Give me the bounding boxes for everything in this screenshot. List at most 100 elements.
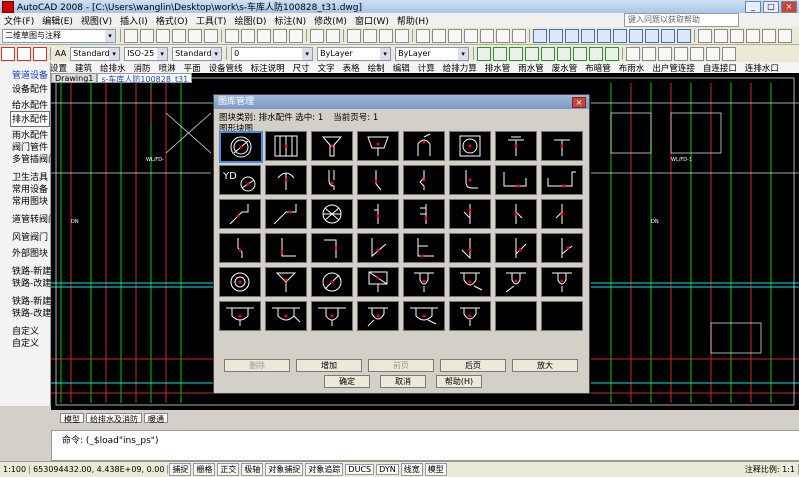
menu-draw[interactable]: 绘图(D) [230, 14, 270, 27]
rotate-icon[interactable] [658, 46, 673, 61]
menu-file[interactable]: 文件(F) [0, 14, 38, 27]
zoom-previous-icon[interactable] [395, 28, 409, 43]
match-icon[interactable] [273, 28, 287, 43]
layout-tab-model[interactable]: 模型 [60, 413, 84, 424]
diagonal-pipe-icon[interactable] [357, 233, 399, 263]
model-toggle[interactable]: 模型 [424, 463, 447, 476]
point-icon[interactable] [661, 28, 675, 43]
p-trap-icon-4[interactable] [541, 267, 583, 297]
block-editor-icon[interactable] [289, 28, 303, 43]
pipe-elbow-icon[interactable] [219, 199, 261, 229]
maximize-button[interactable]: □ [763, 1, 779, 13]
custom-menu-item[interactable]: 布雨水 [615, 62, 649, 74]
grill-drain-icon[interactable] [265, 131, 307, 161]
lineweight-toggle[interactable]: 线宽 [400, 463, 423, 476]
pipe-elevation-icon[interactable] [605, 46, 620, 61]
pipe-label-icon[interactable] [557, 46, 572, 61]
p-trap-icon-6[interactable] [265, 301, 307, 331]
custom-menu-item[interactable]: 喷淋 [155, 62, 180, 74]
draw-riser-icon[interactable] [493, 46, 508, 61]
p-trap-icon-2[interactable] [449, 267, 491, 297]
ok-button[interactable]: 确定 [324, 375, 370, 388]
line-icon[interactable] [533, 28, 547, 43]
save-icon[interactable] [156, 28, 170, 43]
insert-fitting-icon[interactable] [525, 46, 540, 61]
custom-menu-item[interactable]: 计算 [414, 62, 439, 74]
dialog-close-button[interactable]: × [572, 97, 586, 108]
menu-modify[interactable]: 修改(M) [310, 14, 351, 27]
help-icon[interactable] [512, 28, 526, 43]
custom-menu-item[interactable]: 平面 [180, 62, 205, 74]
close-button[interactable]: × [781, 1, 797, 13]
table-style-combo[interactable]: Standard ▾ [172, 46, 223, 61]
redo-icon[interactable] [326, 28, 340, 43]
copy-object-icon[interactable] [642, 46, 657, 61]
side-item-rail-rebuild-2[interactable]: 铁路-改建 [12, 306, 51, 319]
layout-tab-hvac[interactable]: 暖通 [144, 413, 168, 424]
p-trap-icon-9[interactable] [403, 301, 445, 331]
custom-menu-item[interactable]: 尺寸 [289, 62, 314, 74]
dyn-toggle[interactable]: DYN [376, 464, 399, 475]
dim-radius-icon[interactable] [730, 28, 744, 43]
custom-menu-item[interactable]: 标注说明 [247, 62, 289, 74]
paste-icon[interactable] [257, 28, 271, 43]
circle-icon[interactable] [565, 28, 579, 43]
cup-drain-icon[interactable] [357, 131, 399, 161]
menu-window[interactable]: 窗口(W) [351, 14, 393, 27]
preview-icon[interactable] [188, 28, 202, 43]
dim-linear-icon[interactable] [698, 28, 712, 43]
vertical-pipe-icon-3[interactable] [449, 199, 491, 229]
s-trap-icon-2[interactable] [357, 165, 399, 195]
erase-icon[interactable] [722, 46, 737, 61]
polyline-icon[interactable] [549, 28, 563, 43]
side-item-supply[interactable]: 给水配件 [12, 98, 48, 111]
new-icon[interactable] [124, 28, 138, 43]
pipe-elbow-icon-2[interactable] [265, 199, 307, 229]
command-line[interactable]: 命令: (_$load"ins_ps") [51, 430, 799, 461]
linetype-combo[interactable]: ByLayer ▾ [395, 46, 470, 61]
undo-icon[interactable] [310, 28, 324, 43]
properties-icon[interactable] [416, 28, 430, 43]
design-center-icon[interactable] [432, 28, 446, 43]
snap-toggle[interactable]: 捕捉 [169, 463, 192, 476]
zoom-window-icon[interactable] [379, 28, 393, 43]
leader-icon[interactable] [762, 28, 776, 43]
zoom-button[interactable]: 放大 [512, 359, 578, 372]
s-trap-icon[interactable] [311, 165, 353, 195]
layer-combo[interactable]: 0 ▾ [231, 46, 314, 61]
ducs-toggle[interactable]: DUCS [345, 464, 375, 475]
slash-drain-icon[interactable] [311, 267, 353, 297]
custom-menu-item[interactable]: 给排力算 [439, 62, 481, 74]
p-trap-icon-3[interactable] [495, 267, 537, 297]
u-trap-icon[interactable] [495, 165, 537, 195]
custom-menu-item[interactable]: 连排水口 [741, 62, 783, 74]
trim-icon[interactable] [690, 46, 705, 61]
diagonal-pipe-icon-2[interactable] [449, 233, 491, 263]
hatch-icon[interactable] [613, 28, 627, 43]
custom-menu-item[interactable]: 布暗管 [581, 62, 615, 74]
dim-style-combo[interactable]: ISO-25 ▾ [124, 46, 169, 61]
side-item-duct-valve[interactable]: 风管阀门 [12, 230, 48, 243]
side-item-drain[interactable]: 排水配件 [12, 112, 48, 125]
help-search-input[interactable]: 键入问题以获取帮助 [624, 13, 739, 27]
zoom-realtime-icon[interactable] [363, 28, 377, 43]
diagonal-pipe-icon-4[interactable] [541, 233, 583, 263]
menu-help[interactable]: 帮助(H) [393, 14, 433, 27]
s-trap-icon-3[interactable] [403, 165, 445, 195]
menu-edit[interactable]: 编辑(E) [38, 14, 77, 27]
pipe-slope-icon[interactable] [589, 46, 604, 61]
extend-icon[interactable] [706, 46, 721, 61]
otrack-toggle[interactable]: 对象追踪 [305, 463, 344, 476]
l-pipe-icon-3[interactable] [403, 233, 445, 263]
markup-icon[interactable] [480, 28, 494, 43]
annotation-scale[interactable]: 注释比例: 1:1 [742, 464, 799, 475]
p-trap-icon-5[interactable] [219, 301, 261, 331]
osnap-toggle[interactable]: 对象捕捉 [265, 463, 304, 476]
drawing-tab-active[interactable]: s-车库人防100828_t31 [97, 73, 193, 84]
mesh-drain-icon[interactable] [311, 199, 353, 229]
custom-menu-item[interactable]: 消防 [130, 62, 155, 74]
layer-state-icon[interactable] [17, 46, 31, 61]
custom-menu-item[interactable]: 建筑 [71, 62, 96, 74]
s-pipe-icon[interactable] [219, 233, 261, 263]
vertical-pipe-icon-2[interactable] [403, 199, 445, 229]
